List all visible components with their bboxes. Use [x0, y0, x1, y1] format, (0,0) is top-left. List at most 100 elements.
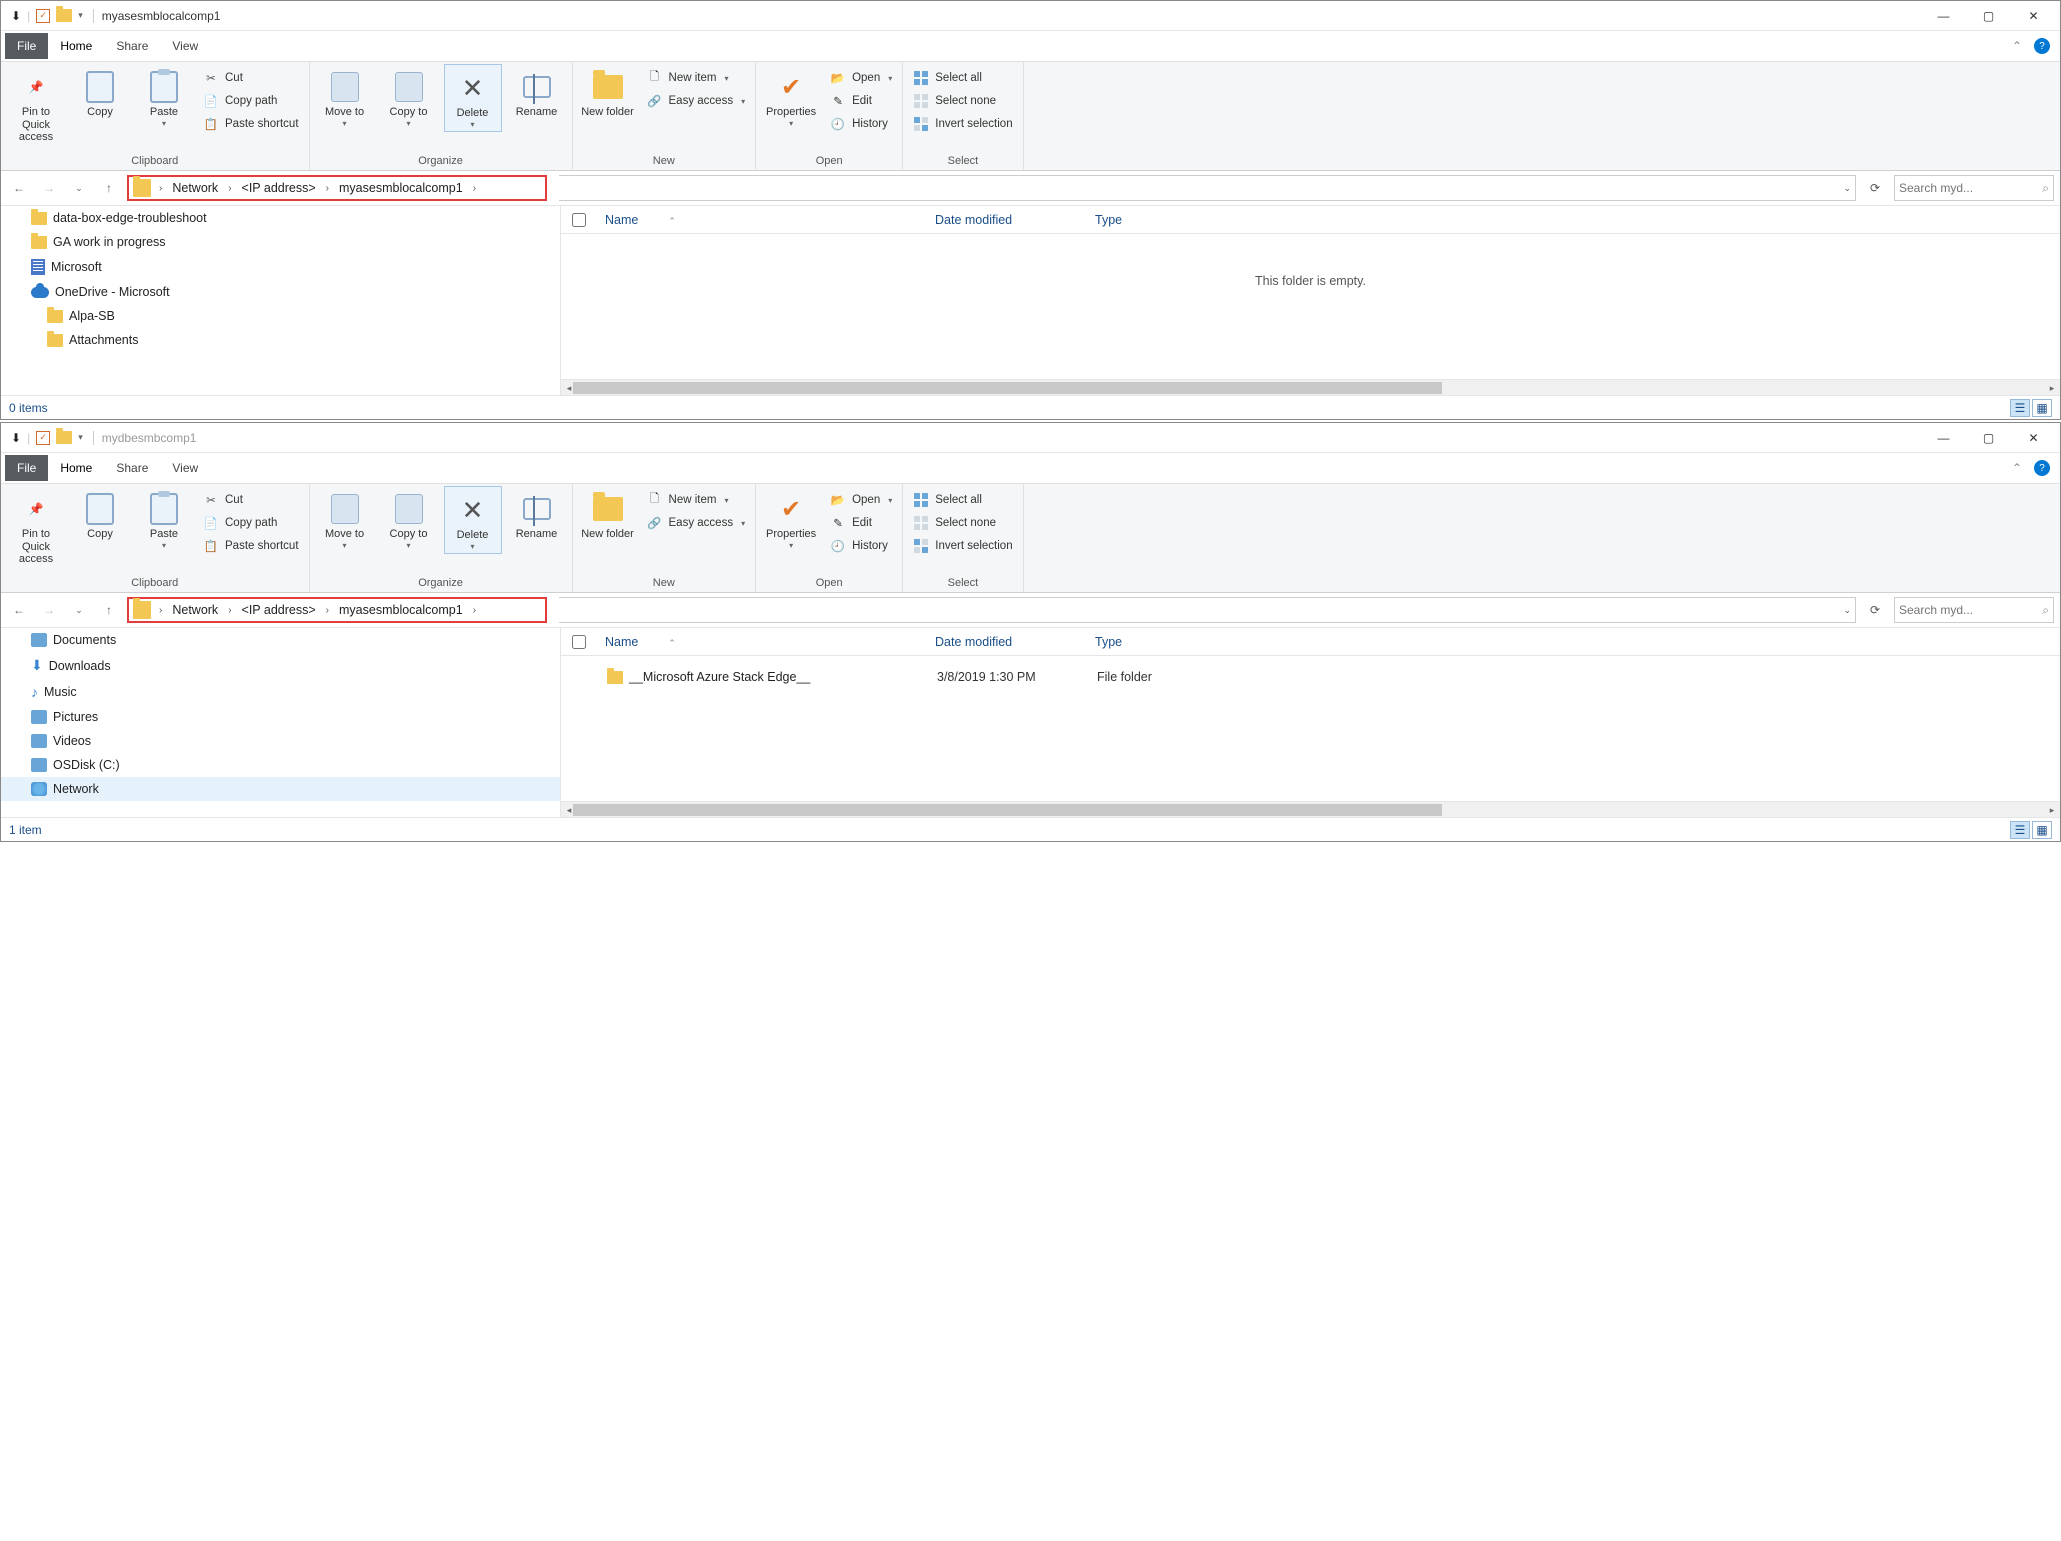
column-type[interactable]: Type [1087, 213, 1207, 227]
file-pane[interactable]: Name⌃ Date modified Type __Microsoft Azu… [561, 628, 2060, 817]
history-button[interactable]: 🕘History [826, 114, 896, 134]
easy-access-button[interactable]: 🔗Easy access▾ [643, 513, 750, 533]
column-date[interactable]: Date modified [927, 213, 1087, 227]
scrollbar-thumb[interactable] [573, 382, 1442, 394]
maximize-button[interactable]: ▢ [1966, 2, 2011, 30]
select-all-button[interactable]: Select all [909, 490, 1016, 510]
thumbnails-view-button[interactable]: ▦ [2032, 399, 2052, 417]
tab-share[interactable]: Share [104, 33, 160, 59]
edit-button[interactable]: ✎Edit [826, 91, 896, 111]
qat-folder-icon[interactable] [56, 431, 72, 444]
scrollbar-thumb[interactable] [573, 804, 1442, 816]
help-icon[interactable]: ? [2034, 460, 2050, 476]
chevron-right-icon[interactable]: › [322, 605, 333, 616]
collapse-ribbon-icon[interactable]: ⌃ [2006, 461, 2028, 475]
refresh-button[interactable]: ⟳ [1862, 597, 1888, 623]
column-date[interactable]: Date modified [927, 635, 1087, 649]
delete-button[interactable]: ✕ Delete ▾ [444, 486, 502, 554]
select-none-button[interactable]: Select none [909, 91, 1016, 111]
column-name[interactable]: Name⌃ [597, 213, 927, 227]
rename-button[interactable]: Rename [508, 486, 566, 543]
new-item-button[interactable]: 🗋New item▾ [643, 490, 750, 510]
chevron-right-icon[interactable]: › [155, 605, 166, 616]
tab-view[interactable]: View [160, 33, 210, 59]
up-button[interactable]: ↑ [97, 176, 121, 200]
tree-item[interactable]: GA work in progress [1, 230, 560, 254]
breadcrumb-node[interactable]: <IP address> [240, 181, 318, 195]
tree-item[interactable]: Attachments [1, 328, 560, 352]
close-button[interactable]: ✕ [2011, 2, 2056, 30]
tree-item[interactable]: Pictures [1, 705, 560, 729]
tab-view[interactable]: View [160, 455, 210, 481]
tree-item[interactable]: data-box-edge-troubleshoot [1, 206, 560, 230]
cut-button[interactable]: ✂Cut [199, 490, 303, 510]
move-to-button[interactable]: Move to ▾ [316, 486, 374, 552]
address-bar-dropdown[interactable]: ⌄ [559, 175, 1856, 201]
details-view-button[interactable]: ☰ [2010, 399, 2030, 417]
file-list[interactable]: This folder is empty. [561, 234, 2060, 379]
select-all-checkbox[interactable] [572, 213, 586, 227]
cut-button[interactable]: ✂Cut [199, 68, 303, 88]
tree-item[interactable]: Documents [1, 628, 560, 652]
copy-to-button[interactable]: Copy to ▾ [380, 64, 438, 130]
titlebar[interactable]: ⬇ | ✓ ▾ myasesmblocalcomp1 — ▢ ✕ [1, 1, 2060, 31]
help-icon[interactable]: ? [2034, 38, 2050, 54]
tab-home[interactable]: Home [48, 33, 104, 59]
edit-button[interactable]: ✎Edit [826, 513, 896, 533]
chevron-right-icon[interactable]: › [322, 183, 333, 194]
select-none-button[interactable]: Select none [909, 513, 1016, 533]
column-type[interactable]: Type [1087, 635, 1207, 649]
maximize-button[interactable]: ▢ [1966, 424, 2011, 452]
back-button[interactable]: ← [7, 598, 31, 622]
delete-button[interactable]: ✕ Delete ▾ [444, 64, 502, 132]
qat-properties-icon[interactable]: ✓ [36, 9, 50, 23]
file-pane[interactable]: Name⌃ Date modified Type This folder is … [561, 206, 2060, 395]
address-bar[interactable]: › Network › <IP address> › myasesmblocalcomp1… [127, 175, 547, 201]
tab-file[interactable]: File [5, 455, 48, 481]
copy-button[interactable]: Copy [71, 486, 129, 543]
column-name[interactable]: Name⌃ [597, 635, 927, 649]
search-box[interactable]: ⌕ [1894, 175, 2054, 201]
easy-access-button[interactable]: 🔗Easy access▾ [643, 91, 750, 111]
tree-item[interactable]: ♪Music [1, 679, 560, 705]
breadcrumb-node[interactable]: Network [170, 603, 220, 617]
minimize-button[interactable]: — [1921, 2, 1966, 30]
forward-button[interactable]: → [37, 176, 61, 200]
tab-file[interactable]: File [5, 33, 48, 59]
invert-selection-button[interactable]: Invert selection [909, 536, 1016, 556]
open-button[interactable]: 📂Open▾ [826, 68, 896, 88]
titlebar[interactable]: ⬇ | ✓ ▾ mydbesmbcomp1 — ▢ ✕ [1, 423, 2060, 453]
rename-button[interactable]: Rename [508, 64, 566, 121]
tree-item[interactable]: ⬇Downloads [1, 652, 560, 679]
tree-item[interactable]: OSDisk (C:) [1, 753, 560, 777]
details-view-button[interactable]: ☰ [2010, 821, 2030, 839]
search-input[interactable] [1899, 181, 2038, 195]
search-box[interactable]: ⌕ [1894, 597, 2054, 623]
new-folder-button[interactable]: New folder [579, 64, 637, 121]
file-row[interactable]: __Microsoft Azure Stack Edge__ 3/8/2019 … [571, 666, 2050, 688]
breadcrumb-node[interactable]: Network [170, 181, 220, 195]
search-input[interactable] [1899, 603, 2038, 617]
scroll-right-icon[interactable]: ▸ [2044, 380, 2060, 396]
tree-item[interactable]: OneDrive - Microsoft [1, 280, 560, 304]
breadcrumb-node[interactable]: myasesmblocalcomp1 [337, 181, 465, 195]
scroll-right-icon[interactable]: ▸ [2044, 802, 2060, 818]
file-list[interactable]: __Microsoft Azure Stack Edge__ 3/8/2019 … [561, 656, 2060, 801]
copy-button[interactable]: Copy [71, 64, 129, 121]
new-item-button[interactable]: 🗋New item▾ [643, 68, 750, 88]
tab-share[interactable]: Share [104, 455, 160, 481]
paste-button[interactable]: Paste ▾ [135, 64, 193, 130]
address-bar[interactable]: ›Network›<IP address>›myasesmblocalcomp1… [127, 597, 547, 623]
horizontal-scrollbar[interactable]: ◂ ▸ [561, 379, 2060, 395]
history-button[interactable]: 🕘History [826, 536, 896, 556]
tree-item[interactable]: Network [1, 777, 560, 801]
chevron-right-icon[interactable]: › [469, 183, 480, 194]
tree-item[interactable]: Videos [1, 729, 560, 753]
pin-quick-access-button[interactable]: 📌 Pin to Quick access [7, 486, 65, 568]
address-bar-dropdown[interactable]: ⌄ [559, 597, 1856, 623]
collapse-ribbon-icon[interactable]: ⌃ [2006, 39, 2028, 53]
chevron-right-icon[interactable]: › [155, 183, 166, 194]
tab-home[interactable]: Home [48, 455, 104, 481]
properties-button[interactable]: ✔ Properties ▾ [762, 64, 820, 130]
qat-dropdown-icon[interactable]: ▾ [78, 432, 83, 443]
